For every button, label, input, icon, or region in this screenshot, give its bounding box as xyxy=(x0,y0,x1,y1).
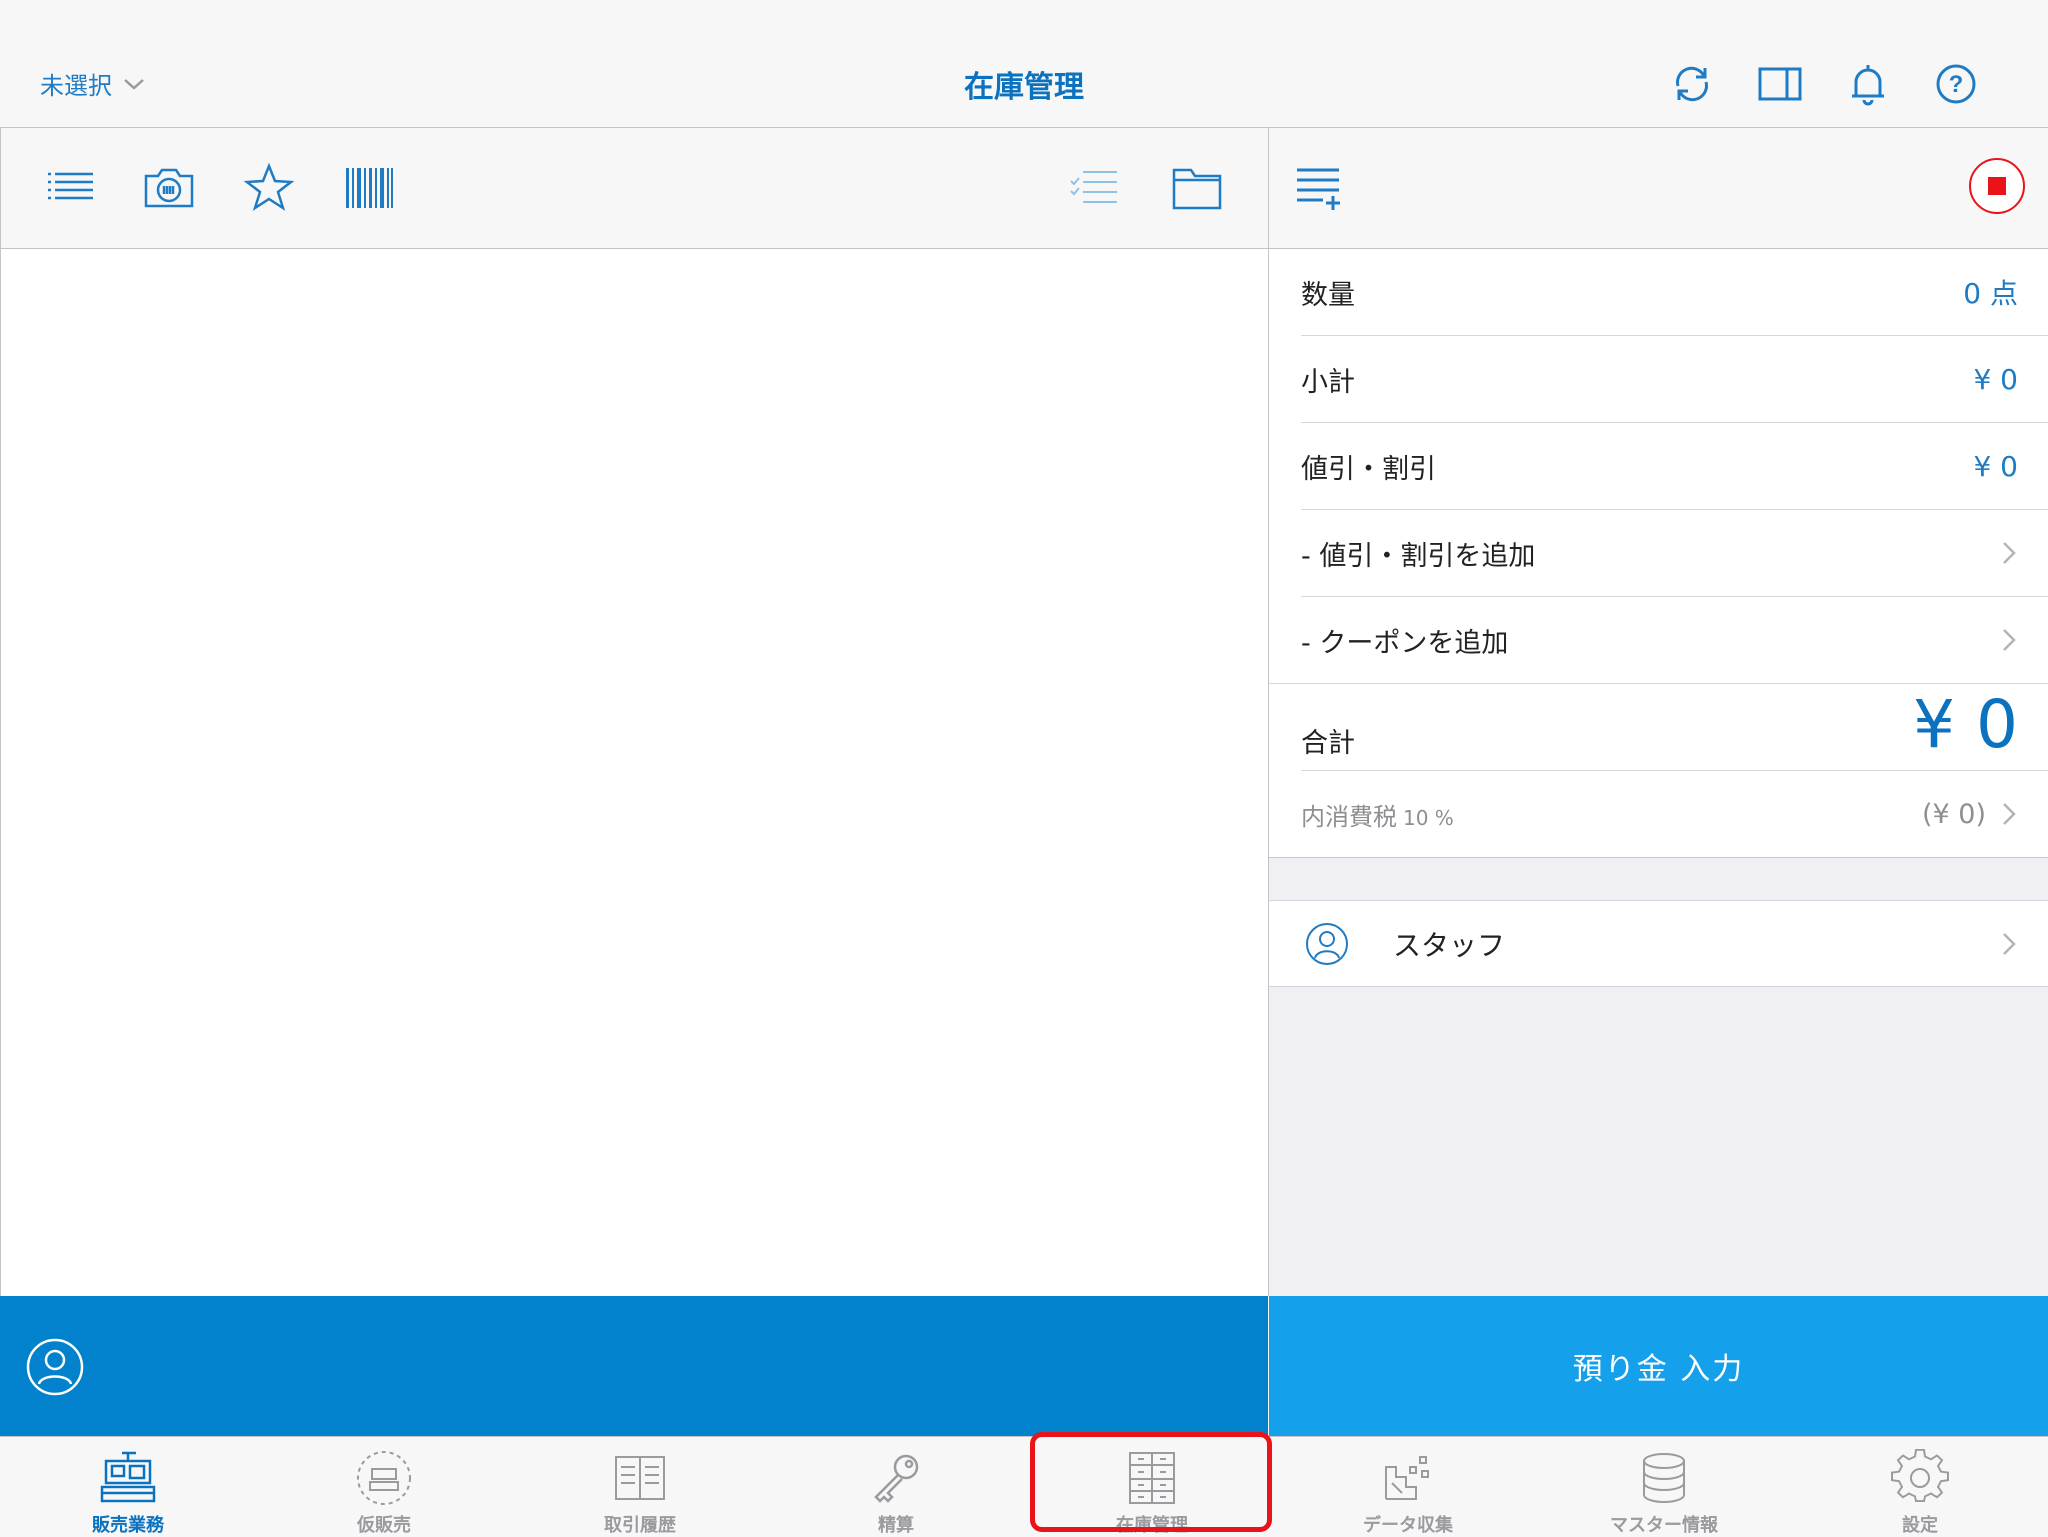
tab-transaction-history[interactable]: 取引履歴 xyxy=(512,1437,768,1537)
tab-settings[interactable]: 設定 xyxy=(1792,1437,2048,1537)
checkout-panel: 数量 0 点 小計 ¥ 0 値引・割引 ¥ 0 - 値引・割引を追加 - クーポ… xyxy=(1269,249,2048,1296)
inventory-cabinet-icon xyxy=(1122,1449,1182,1507)
data-collection-icon xyxy=(1378,1449,1438,1507)
register-icon xyxy=(98,1449,158,1507)
staff-label: スタッフ xyxy=(1393,928,1506,962)
add-discount-label: - 値引・割引を追加 xyxy=(1301,540,1536,572)
tab-label: データ収集 xyxy=(1363,1515,1453,1536)
folder-icon[interactable] xyxy=(1171,162,1223,214)
add-item-list-icon[interactable] xyxy=(1293,162,1345,214)
quantity-label: 数量 xyxy=(1301,279,1355,311)
list-icon[interactable] xyxy=(45,162,97,214)
key-icon xyxy=(866,1449,926,1507)
quantity-row: 数量 0 点 xyxy=(1301,249,2048,336)
checklist-icon[interactable] xyxy=(1067,162,1119,214)
chevron-right-icon xyxy=(2000,800,2018,828)
chevron-right-icon xyxy=(2000,930,2018,958)
chevron-right-icon xyxy=(2000,539,2018,567)
order-summary: 数量 0 点 小計 ¥ 0 値引・割引 ¥ 0 - 値引・割引を追加 - クーポ… xyxy=(1269,249,2048,858)
database-icon xyxy=(1634,1449,1694,1507)
total-row: 合計 ¥ 0 xyxy=(1301,684,2048,771)
tab-settlement[interactable]: 精算 xyxy=(768,1437,1024,1537)
staff-icon xyxy=(1305,922,1349,966)
tax-label: 内消費税 xyxy=(1301,802,1397,831)
chevron-right-icon xyxy=(2000,626,2018,654)
ledger-icon xyxy=(610,1449,670,1507)
total-value: ¥ 0 xyxy=(1913,686,2018,763)
staff-row[interactable]: スタッフ xyxy=(1269,900,2048,987)
star-icon[interactable] xyxy=(243,162,295,214)
tab-sales[interactable]: 販売業務 xyxy=(0,1437,256,1537)
tab-label: 設定 xyxy=(1902,1515,1938,1536)
add-discount-row[interactable]: - 値引・割引を追加 xyxy=(1301,510,2048,597)
tax-row[interactable]: 内消費税 10 % (¥ 0) xyxy=(1269,771,2048,858)
quantity-value: 0 点 xyxy=(1963,277,2018,310)
barcode-icon[interactable] xyxy=(343,162,395,214)
subtotal-value: ¥ 0 xyxy=(1973,362,2018,396)
left-toolbar xyxy=(0,128,1268,249)
camera-icon[interactable] xyxy=(143,162,195,214)
bell-icon[interactable] xyxy=(1844,60,1892,108)
stop-record-button[interactable] xyxy=(1967,156,2027,216)
svg-text:?: ? xyxy=(1949,71,1964,98)
tab-label: 取引履歴 xyxy=(604,1515,676,1536)
tax-rate: 10 % xyxy=(1403,805,1454,830)
total-label: 合計 xyxy=(1301,728,1355,759)
subtotal-label: 小計 xyxy=(1301,366,1355,398)
tax-value: (¥ 0) xyxy=(1921,798,1986,830)
customer-bar xyxy=(0,1296,1268,1436)
split-view-icon[interactable] xyxy=(1756,60,1804,108)
bottom-tab-bar: 販売業務 仮販売 取引履歴 精算 在庫管理 データ収集 マスター情報 設定 xyxy=(0,1436,2048,1536)
cart-item-area xyxy=(0,249,1268,1296)
gear-icon xyxy=(1890,1449,1950,1507)
tab-label: マスター情報 xyxy=(1610,1515,1718,1536)
deposit-input-button[interactable]: 預り金 入力 xyxy=(1269,1296,2048,1436)
add-coupon-row[interactable]: - クーポンを追加 xyxy=(1269,597,2048,684)
sync-icon[interactable] xyxy=(1668,60,1716,108)
tax-value-group: (¥ 0) xyxy=(1922,799,2018,830)
page-title: 在庫管理 xyxy=(964,70,1084,105)
tax-info: 内消費税 10 % xyxy=(1301,797,1454,832)
discount-value: ¥ 0 xyxy=(1973,449,2018,483)
customer-avatar-icon[interactable] xyxy=(26,1338,84,1396)
tab-label: 精算 xyxy=(878,1515,914,1536)
top-navigation-bar: 未選択 在庫管理 ? xyxy=(0,0,2048,128)
discount-label: 値引・割引 xyxy=(1301,453,1436,485)
tab-label: 販売業務 xyxy=(92,1515,164,1536)
right-toolbar xyxy=(1269,128,2048,249)
help-icon[interactable]: ? xyxy=(1932,60,1980,108)
tab-master-data[interactable]: マスター情報 xyxy=(1536,1437,1792,1537)
subtotal-row: 小計 ¥ 0 xyxy=(1301,336,2048,423)
temporary-register-icon xyxy=(354,1449,414,1507)
tab-temporary-sales[interactable]: 仮販売 xyxy=(256,1437,512,1537)
tab-data-collection[interactable]: データ収集 xyxy=(1280,1437,1536,1537)
tab-inventory[interactable]: 在庫管理 xyxy=(1024,1437,1280,1537)
discount-row: 値引・割引 ¥ 0 xyxy=(1301,423,2048,510)
tab-label: 仮販売 xyxy=(357,1515,411,1536)
add-coupon-label: - クーポンを追加 xyxy=(1301,627,1509,659)
tab-label: 在庫管理 xyxy=(1116,1515,1188,1536)
